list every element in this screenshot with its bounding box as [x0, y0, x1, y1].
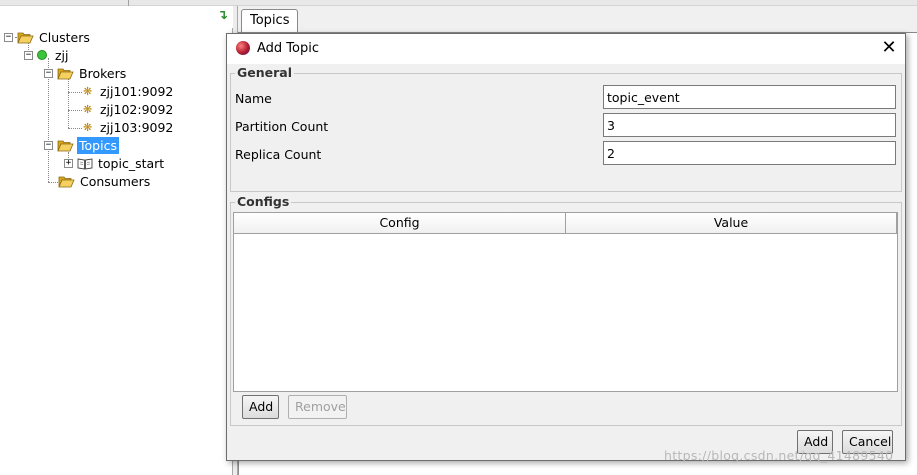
- tree-label: zjj103:9092: [100, 119, 174, 135]
- remove-config-button[interactable]: Remove: [288, 395, 347, 419]
- tree-node-broker[interactable]: ❋ zjj103:9092: [83, 118, 175, 136]
- configs-table: Config Value: [233, 212, 898, 392]
- dialog-title: Add Topic: [257, 41, 319, 56]
- add-config-button[interactable]: Add: [242, 395, 279, 419]
- tree-node-broker[interactable]: ❋ zjj102:9092: [83, 100, 175, 118]
- replica-count-label: Replica Count: [235, 147, 322, 162]
- tree-label: zjj: [55, 47, 69, 63]
- tree-label: Consumers: [80, 173, 151, 189]
- folder-open-icon: [17, 31, 34, 44]
- tree-line: [68, 128, 82, 129]
- collapse-icon[interactable]: −: [44, 68, 53, 78]
- folder-open-icon: [57, 67, 74, 80]
- tree-node-brokers[interactable]: − Brokers: [44, 64, 128, 82]
- broker-gear-icon: ❋: [83, 102, 93, 116]
- column-header-value[interactable]: Value: [566, 213, 897, 234]
- partition-count-label: Partition Count: [235, 119, 329, 134]
- broker-gear-icon: ❋: [83, 120, 93, 134]
- expand-icon[interactable]: +: [64, 158, 73, 168]
- column-header-config[interactable]: Config: [234, 213, 566, 234]
- tree-line: [68, 78, 69, 128]
- tree-label-selected: Topics: [77, 136, 119, 154]
- configs-table-body[interactable]: [234, 234, 897, 391]
- watermark: https://blog.csdn.net/qq_41489540: [664, 448, 894, 463]
- collapse-icon[interactable]: −: [4, 32, 13, 42]
- broker-gear-icon: ❋: [83, 84, 93, 98]
- tree-label: zjj102:9092: [100, 101, 174, 117]
- tree-node-consumers[interactable]: Consumers: [58, 172, 152, 190]
- tree-label: Brokers: [79, 65, 127, 81]
- group-title: General: [235, 65, 294, 80]
- tree-node-topic[interactable]: + topic_start: [64, 154, 166, 172]
- partition-count-input[interactable]: [603, 113, 896, 137]
- tree-label: topic_start: [98, 155, 165, 171]
- tree-label: zjj101:9092: [100, 83, 174, 99]
- folder-open-icon: [57, 139, 74, 152]
- dialog-titlebar[interactable]: Add Topic ✕: [227, 34, 905, 64]
- tree-line: [68, 110, 82, 111]
- collapse-icon[interactable]: −: [24, 50, 33, 60]
- tab-topics[interactable]: Topics: [241, 9, 299, 33]
- status-online-icon: [37, 50, 47, 60]
- topic-book-icon: [77, 157, 93, 170]
- app-logo-icon: [236, 41, 250, 55]
- tree-label: Clusters: [39, 29, 90, 45]
- group-title: Configs: [235, 194, 292, 209]
- tree-node-broker[interactable]: ❋ zjj101:9092: [83, 82, 175, 100]
- add-topic-dialog: Add Topic ✕ General Name Partition Count…: [226, 33, 906, 461]
- close-icon[interactable]: ✕: [879, 38, 899, 58]
- collapse-icon[interactable]: −: [44, 140, 53, 150]
- folder-open-icon: [58, 175, 75, 188]
- cluster-tree: − Clusters − zjj − Brokers ❋ zjj101:9092: [0, 6, 233, 475]
- tree-node-topics[interactable]: − Topics: [44, 136, 119, 154]
- name-input[interactable]: [603, 85, 896, 109]
- tree-line: [68, 92, 82, 93]
- tree-node-cluster-zjj[interactable]: − zjj: [24, 46, 71, 64]
- cluster-tree-pane: ↴ − Clusters − zjj − Brokers ❋ zjj101:90…: [0, 6, 233, 475]
- tree-node-clusters[interactable]: − Clusters: [4, 28, 92, 46]
- replica-count-input[interactable]: [603, 141, 896, 165]
- name-label: Name: [235, 91, 272, 106]
